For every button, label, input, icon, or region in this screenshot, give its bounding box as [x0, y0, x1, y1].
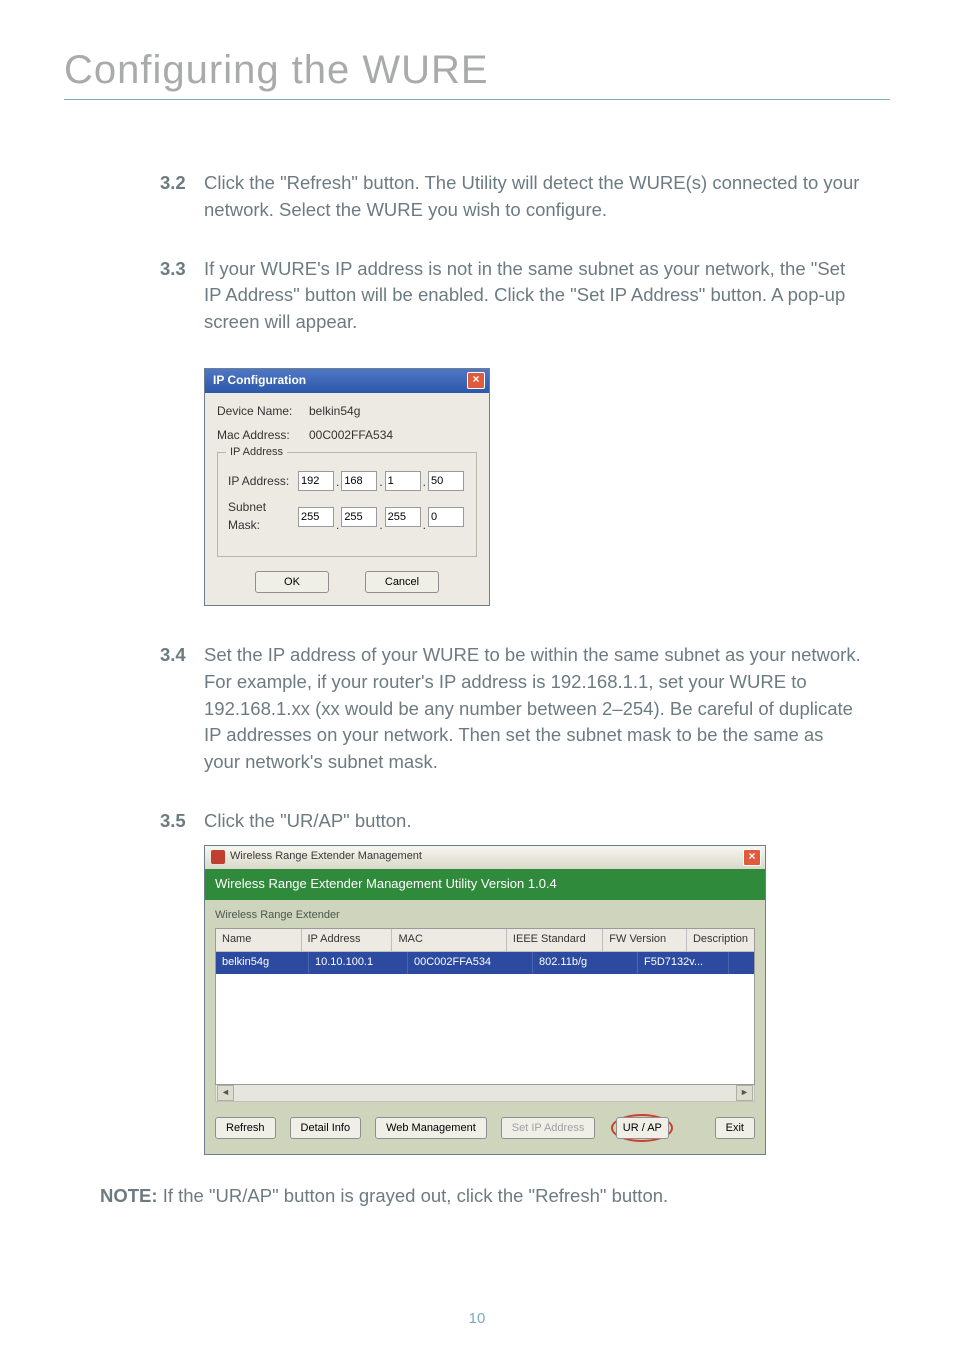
exit-button[interactable]: Exit	[715, 1117, 755, 1139]
step-text: If your WURE's IP address is not in the …	[204, 256, 864, 336]
close-icon[interactable]: ×	[467, 372, 485, 389]
group-legend: IP Address	[226, 445, 287, 461]
cancel-button[interactable]: Cancel	[365, 571, 439, 593]
page-number: 10	[0, 1310, 954, 1327]
dot: .	[336, 474, 339, 491]
step-number: 3.4	[160, 642, 204, 776]
mask-octet-1[interactable]	[298, 507, 334, 527]
banner: Wireless Range Extender Management Utili…	[205, 869, 765, 900]
step-number: 3.2	[160, 170, 204, 224]
step-number: 3.3	[160, 256, 204, 336]
note: NOTE: If the "UR/AP" button is grayed ou…	[0, 1183, 954, 1210]
mac-address-value: 00C002FFA534	[309, 427, 477, 444]
dialog-titlebar: IP Configuration ×	[205, 369, 489, 393]
detail-info-button[interactable]: Detail Info	[290, 1117, 362, 1139]
close-icon[interactable]: ×	[743, 849, 761, 866]
step-number: 3.5	[160, 808, 204, 835]
step-3-5: 3.5 Click the "UR/AP" button.	[160, 808, 864, 835]
window-titlebar: Wireless Range Extender Management ×	[205, 846, 765, 869]
ip-address-row: IP Address: . . .	[228, 471, 466, 491]
ip-octet-2[interactable]	[341, 471, 377, 491]
subnet-mask-label: Subnet Mask:	[228, 499, 298, 534]
step-3-4: 3.4 Set the IP address of your WURE to b…	[160, 642, 864, 776]
mac-address-label: Mac Address:	[217, 427, 309, 444]
cell-fw: F5D7132v...	[638, 952, 729, 974]
button-row: Refresh Detail Info Web Management Set I…	[215, 1114, 755, 1142]
dialog-button-row: OK Cancel	[217, 571, 477, 593]
dot: .	[379, 474, 382, 491]
ip-octet-3[interactable]	[385, 471, 421, 491]
mask-octet-3[interactable]	[385, 507, 421, 527]
dialog-title: IP Configuration	[213, 372, 306, 389]
device-name-value: belkin54g	[309, 403, 477, 420]
note-text: If the "UR/AP" button is grayed out, cli…	[158, 1185, 669, 1206]
content-area: 3.2 Click the "Refresh" button. The Util…	[0, 100, 954, 1155]
device-table: Name IP Address MAC IEEE Standard FW Ver…	[215, 928, 755, 1085]
col-mac[interactable]: MAC	[392, 929, 506, 951]
col-ieee[interactable]: IEEE Standard	[507, 929, 603, 951]
ip-address-label: IP Address:	[228, 473, 298, 490]
table-header: Name IP Address MAC IEEE Standard FW Ver…	[216, 929, 754, 952]
ur-ap-button[interactable]: UR / AP	[616, 1117, 669, 1139]
cell-mac: 00C002FFA534	[408, 952, 533, 974]
ip-octet-1[interactable]	[298, 471, 334, 491]
subnet-mask-row: Subnet Mask: . . .	[228, 499, 466, 534]
device-name-row: Device Name: belkin54g	[217, 403, 477, 420]
list-label: Wireless Range Extender	[215, 908, 755, 924]
device-name-label: Device Name:	[217, 403, 309, 420]
note-label: NOTE:	[100, 1185, 158, 1206]
step-text: Click the "UR/AP" button.	[204, 808, 864, 835]
urap-highlight-circle: UR / AP	[611, 1114, 673, 1142]
mask-octet-2[interactable]	[341, 507, 377, 527]
cell-desc	[729, 952, 754, 974]
app-icon	[211, 850, 225, 864]
dot: .	[336, 517, 339, 534]
ok-button[interactable]: OK	[255, 571, 329, 593]
cell-name: belkin54g	[216, 952, 309, 974]
dot: .	[379, 517, 382, 534]
mac-address-row: Mac Address: 00C002FFA534	[217, 427, 477, 444]
step-3-3: 3.3 If your WURE's IP address is not in …	[160, 256, 864, 336]
ip-configuration-dialog: IP Configuration × Device Name: belkin54…	[204, 368, 490, 606]
ip-address-group: IP Address IP Address: . . . Subnet Mask…	[217, 452, 477, 557]
dot: .	[423, 517, 426, 534]
col-name[interactable]: Name	[216, 929, 302, 951]
cell-ieee: 802.11b/g	[533, 952, 638, 974]
horizontal-scrollbar[interactable]: ◄ ►	[215, 1085, 755, 1102]
step-text: Click the "Refresh" button. The Utility …	[204, 170, 864, 224]
scroll-left-icon[interactable]: ◄	[217, 1085, 234, 1101]
mask-octet-4[interactable]	[428, 507, 464, 527]
col-desc[interactable]: Description	[687, 929, 754, 951]
step-3-2: 3.2 Click the "Refresh" button. The Util…	[160, 170, 864, 224]
refresh-button[interactable]: Refresh	[215, 1117, 276, 1139]
col-ip[interactable]: IP Address	[302, 929, 393, 951]
window-title: Wireless Range Extender Management	[230, 849, 422, 865]
web-management-button[interactable]: Web Management	[375, 1117, 487, 1139]
table-empty-area	[216, 974, 754, 1084]
range-extender-management-window: Wireless Range Extender Management × Wir…	[204, 845, 766, 1155]
set-ip-address-button[interactable]: Set IP Address	[501, 1117, 596, 1139]
cell-ip: 10.10.100.1	[309, 952, 408, 974]
dot: .	[423, 474, 426, 491]
scroll-right-icon[interactable]: ►	[736, 1085, 753, 1101]
col-fw[interactable]: FW Version	[603, 929, 687, 951]
page-title: Configuring the WURE	[0, 48, 954, 93]
step-text: Set the IP address of your WURE to be wi…	[204, 642, 864, 776]
document-page: Configuring the WURE 3.2 Click the "Refr…	[0, 0, 954, 1363]
window-body: Wireless Range Extender Name IP Address …	[205, 900, 765, 1154]
dialog-body: Device Name: belkin54g Mac Address: 00C0…	[205, 393, 489, 605]
table-row[interactable]: belkin54g 10.10.100.1 00C002FFA534 802.1…	[216, 952, 754, 974]
ip-octet-4[interactable]	[428, 471, 464, 491]
